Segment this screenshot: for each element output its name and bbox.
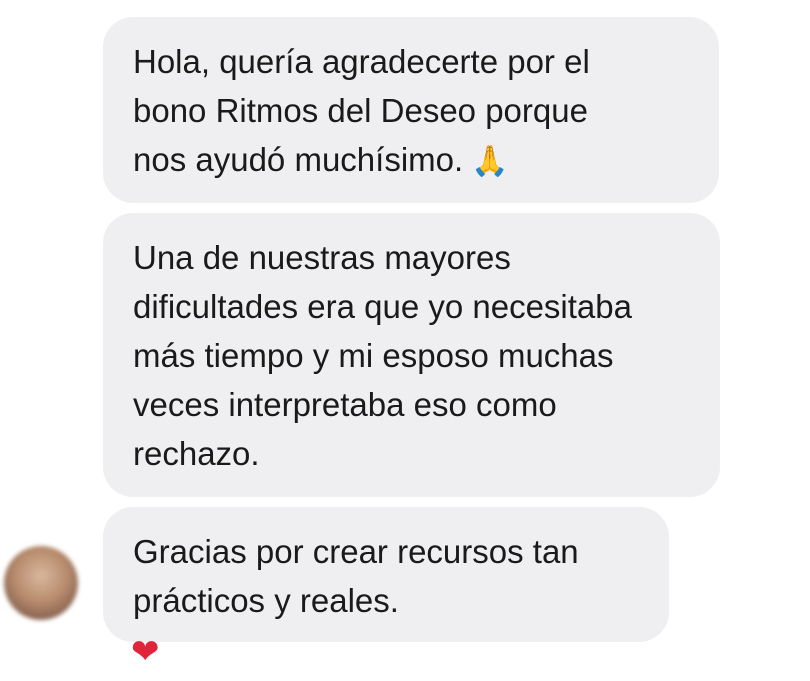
folded-hands-icon: 🙏 xyxy=(471,145,509,178)
message-line: dificultades era que yo necesitaba xyxy=(133,288,632,325)
message-line: rechazo. xyxy=(133,435,260,472)
message-line: nos ayudó muchísimo. 🙏 xyxy=(133,135,689,186)
message-line: veces interpretaba eso como xyxy=(133,386,557,423)
chat-thread: Hola, quería agradecerte por el bono Rit… xyxy=(0,0,810,681)
message-line: Hola, quería agradecerte por el xyxy=(133,43,590,80)
message-line: Gracias por crear recursos tan xyxy=(133,533,579,570)
message-line: prácticos y reales. xyxy=(133,582,399,619)
message-line-text: nos ayudó muchísimo. xyxy=(133,141,464,178)
message-line: bono Ritmos del Deseo porque xyxy=(133,92,588,129)
message-line: más tiempo y mi esposo muchas xyxy=(133,337,614,374)
message-bubble-3[interactable]: Gracias por crear recursos tan prácticos… xyxy=(103,507,669,642)
message-line: Una de nuestras mayores xyxy=(133,239,511,276)
heart-icon[interactable]: ❤ xyxy=(131,632,171,672)
message-bubble-2[interactable]: Una de nuestras mayores dificultades era… xyxy=(103,213,720,497)
avatar-icon[interactable] xyxy=(4,546,78,620)
message-bubble-1[interactable]: Hola, quería agradecerte por el bono Rit… xyxy=(103,17,719,203)
